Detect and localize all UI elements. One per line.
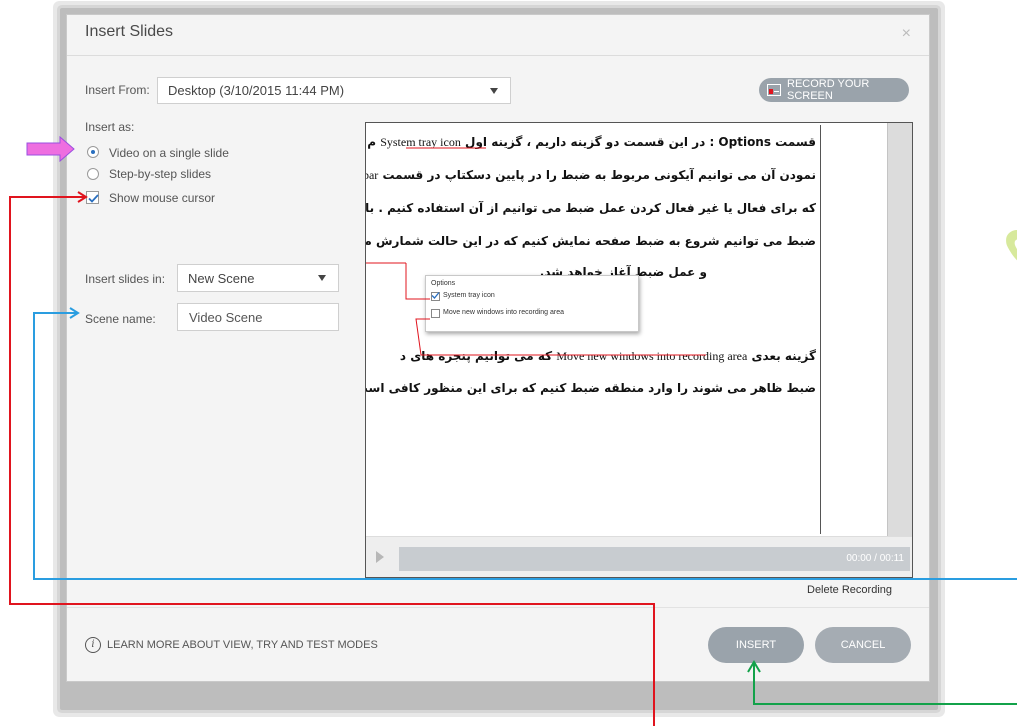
preview-line: ضبط می توانیم شروع به ضبط صفحه نمایش کنی…	[366, 234, 816, 248]
preview-line: قسمت Options : در این قسمت دو گزینه داری…	[367, 135, 816, 149]
scene-name-label: Scene name:	[85, 312, 156, 326]
video-single-slide-label: Video on a single slide	[109, 146, 229, 160]
radio-step-by-step[interactable]	[87, 168, 99, 180]
delete-recording-link[interactable]: Delete Recording	[807, 584, 892, 596]
footer-divider	[67, 607, 929, 608]
cancel-button[interactable]: CANCEL	[815, 627, 911, 663]
insert-slides-in-value: New Scene	[188, 270, 255, 286]
step-by-step-label: Step-by-step slides	[109, 167, 212, 181]
preview-divider	[820, 125, 821, 534]
video-preview: قسمت Options : در این قسمت دو گزینه داری…	[365, 122, 913, 578]
close-icon[interactable]: ×	[902, 25, 911, 43]
timecode: 00:00 / 00:11	[846, 553, 904, 564]
preview-line: ضبط ظاهر می شوند را وارد منطقه ضبط کنیم …	[366, 381, 816, 395]
show-cursor-checkbox[interactable]	[86, 191, 99, 204]
preview-line: که برای فعال یا غیر فعال کردن عمل ضبط می…	[366, 201, 816, 215]
title-bar: Insert Slides ×	[67, 15, 929, 56]
options-screenshot: Options System tray icon Move new window…	[425, 275, 639, 332]
record-screen-button[interactable]: RECORD YOUR SCREEN	[759, 78, 909, 102]
options-item-2: Move new windows into recording area	[443, 309, 565, 316]
seek-bar[interactable]: 00:00 / 00:11	[399, 547, 910, 571]
record-screen-label: RECORD YOUR SCREEN	[787, 78, 870, 102]
insert-slides-dialog: Insert Slides × Insert From: Desktop (3/…	[66, 14, 930, 682]
preview-line: گزینه بعدی Move new windows into recordi…	[399, 349, 816, 363]
learn-more-link[interactable]: LEARN MORE ABOUT VIEW, TRY AND TEST MODE…	[107, 639, 378, 651]
video-player-bar: 00:00 / 00:11	[366, 536, 912, 577]
play-icon[interactable]	[376, 551, 384, 563]
insert-slides-in-select[interactable]: New Scene	[177, 264, 339, 292]
insert-from-value: Desktop (3/10/2015 11:44 PM)	[168, 83, 345, 98]
insert-from-label: Insert From:	[85, 83, 150, 97]
preview-line: نمودن آن می توانیم آیکونی مربوط به ضبط ر…	[366, 168, 816, 182]
scene-name-value: Video Scene	[189, 309, 263, 325]
insert-as-label: Insert as:	[85, 120, 135, 134]
show-cursor-label: Show mouse cursor	[109, 191, 216, 205]
checkmark-icon	[88, 194, 99, 203]
insert-from-select[interactable]: Desktop (3/10/2015 11:44 PM)	[157, 77, 511, 104]
checkmark-icon	[431, 292, 440, 299]
chevron-down-icon	[490, 87, 498, 94]
chevron-down-icon	[318, 275, 326, 281]
options-item-1: System tray icon	[443, 292, 495, 299]
options-checkbox-2	[431, 309, 440, 318]
radio-video-single-slide[interactable]	[87, 146, 99, 158]
options-title: Options	[431, 280, 456, 287]
insert-slides-in-label: Insert slides in:	[85, 272, 166, 286]
record-icon	[767, 84, 781, 99]
insert-button[interactable]: INSERT	[708, 627, 804, 663]
scene-name-input[interactable]: Video Scene	[177, 303, 339, 331]
info-icon: i	[85, 637, 101, 653]
dialog-title: Insert Slides	[85, 23, 174, 40]
